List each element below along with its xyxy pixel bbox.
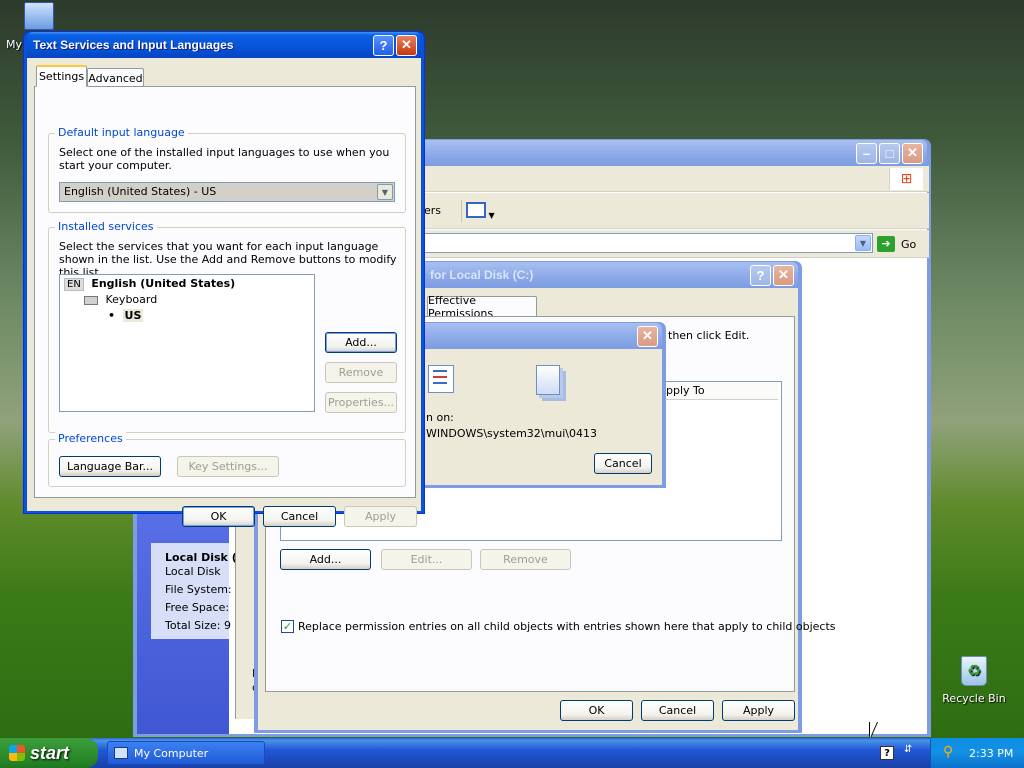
clock: 2:33 PM	[969, 747, 1014, 760]
default-language-description: Select one of the installed input langua…	[59, 146, 390, 172]
close-button[interactable]: ✕	[637, 325, 658, 347]
bullet-icon: •	[108, 309, 116, 322]
default-language-select[interactable]: English (United States) - US ▼	[59, 182, 395, 202]
computer-icon	[24, 2, 54, 30]
views-icon[interactable]: ▼	[461, 200, 495, 222]
cancel-button[interactable]: Cancel	[594, 453, 652, 474]
toolbar-folders-partial[interactable]: ers	[424, 204, 441, 217]
tab-advanced[interactable]: Advanced	[87, 68, 144, 87]
tab-settings[interactable]: Settings	[36, 65, 87, 87]
apply-button[interactable]: Apply	[722, 700, 795, 721]
installed-services-group: Installed services Select the services t…	[48, 220, 406, 433]
taskbar: start My Computer ? ⇵ ⚲ 2:33 PM	[0, 738, 1024, 768]
recycle-bin-icon: ♻	[961, 656, 987, 686]
details-panel: Local Disk ( Local Disk File System: Fre…	[151, 543, 237, 639]
start-button[interactable]: start	[0, 738, 98, 768]
details-title: Local Disk (	[165, 551, 237, 564]
keyboard-icon	[84, 295, 98, 305]
close-button[interactable]: ✕	[773, 264, 794, 286]
text-services-client: Settings Advanced Default input language…	[27, 58, 421, 527]
column-header-apply-to[interactable]: pply To	[663, 382, 778, 400]
chevron-down-icon[interactable]: ▼	[377, 184, 393, 200]
preferences-group: Preferences Language Bar... Key Settings…	[48, 432, 406, 487]
text-services-title: Text Services and Input Languages	[33, 38, 234, 52]
default-language-group: Default input language Select one of the…	[48, 126, 406, 213]
add-service-button[interactable]: Add...	[325, 332, 397, 353]
close-button[interactable]: ✕	[902, 142, 923, 164]
tab-effective-permissions[interactable]: Effective Permissions	[427, 294, 537, 320]
details-file-system: File System:	[165, 583, 232, 596]
taskbar-item-my-computer[interactable]: My Computer	[107, 741, 265, 765]
help-tray-icon[interactable]: ?	[880, 746, 894, 760]
replace-permissions-checkbox[interactable]: ✓	[281, 620, 294, 633]
ok-button[interactable]: OK	[560, 700, 633, 721]
computer-icon	[114, 747, 128, 759]
installed-services-tree[interactable]: EN English (United States) Keyboard • US	[59, 274, 315, 412]
default-language-legend: Default input language	[55, 126, 188, 139]
remove-service-button[interactable]: Remove	[325, 362, 397, 383]
language-code-badge: EN	[64, 278, 84, 291]
remove-button[interactable]: Remove	[480, 549, 571, 570]
text-services-window: Text Services and Input Languages ? ✕ Se…	[23, 31, 425, 527]
recycle-bin-label: Recycle Bin	[942, 692, 1006, 705]
replace-permissions-label: Replace permission entries on all child …	[298, 620, 836, 633]
add-button[interactable]: Add...	[280, 549, 371, 570]
preferences-legend: Preferences	[55, 432, 126, 445]
details-free-space: Free Space:	[165, 601, 230, 614]
details-total-size: Total Size: 9	[165, 619, 231, 632]
address-input[interactable]: ▼	[421, 233, 873, 253]
text-services-titlebar: Text Services and Input Languages ? ✕	[27, 32, 421, 58]
mouse-cursor-icon	[870, 722, 877, 738]
cancel-button[interactable]: Cancel	[263, 506, 336, 527]
tree-item-language[interactable]: EN English (United States)	[64, 277, 235, 291]
source-folder-icon	[428, 365, 454, 393]
tree-item-layout[interactable]: • US	[108, 309, 144, 322]
destination-file-icon	[536, 365, 560, 395]
cancel-button[interactable]: Cancel	[641, 700, 714, 721]
search-tray-icon[interactable]: ⚲	[943, 744, 953, 760]
network-tray-icon[interactable]: ⇵	[904, 744, 916, 760]
permissions-instruction: then click Edit.	[668, 329, 750, 342]
edit-button[interactable]: Edit...	[381, 549, 472, 570]
windows-flag-icon	[9, 745, 25, 761]
windows-logo-icon: ⊞	[889, 168, 923, 190]
tree-item-keyboard[interactable]: Keyboard	[84, 293, 157, 306]
copy-progress-titlebar: ✕	[404, 323, 662, 349]
key-settings-button[interactable]: Key Settings...	[177, 456, 279, 477]
apply-button[interactable]: Apply	[344, 506, 417, 527]
help-button[interactable]: ?	[373, 34, 394, 56]
settings-tab-panel: Default input language Select one of the…	[34, 86, 416, 498]
minimize-button[interactable]: –	[856, 142, 877, 164]
language-bar-button[interactable]: Language Bar...	[59, 456, 161, 477]
details-subtitle: Local Disk	[165, 565, 221, 578]
maximize-button[interactable]: □	[879, 142, 900, 164]
copy-path: WINDOWS\system32\mui\0413	[426, 427, 597, 440]
help-button[interactable]: ?	[750, 264, 771, 286]
copy-progress-window: ✕ n on: WINDOWS\system32\mui\0413 Cancel	[400, 322, 666, 488]
go-arrow-icon: ➔	[877, 236, 895, 252]
go-button[interactable]: ➔ Go	[877, 234, 923, 254]
recycle-bin-desktop-icon[interactable]: ♻ Recycle Bin	[939, 656, 1009, 705]
properties-button[interactable]: Properties...	[325, 392, 397, 413]
copy-from-label: n on:	[426, 411, 454, 424]
my-computer-desktop-icon[interactable]: My	[2, 2, 54, 51]
installed-services-legend: Installed services	[55, 220, 157, 233]
system-tray: ⚲ 2:33 PM	[930, 738, 1024, 768]
ok-button[interactable]: OK	[182, 506, 255, 527]
desktop-icon-label: My	[6, 38, 23, 51]
address-dropdown-icon[interactable]: ▼	[855, 235, 871, 251]
close-button[interactable]: ✕	[396, 34, 417, 56]
copy-progress-client: n on: WINDOWS\system32\mui\0413 Cancel	[404, 349, 662, 485]
